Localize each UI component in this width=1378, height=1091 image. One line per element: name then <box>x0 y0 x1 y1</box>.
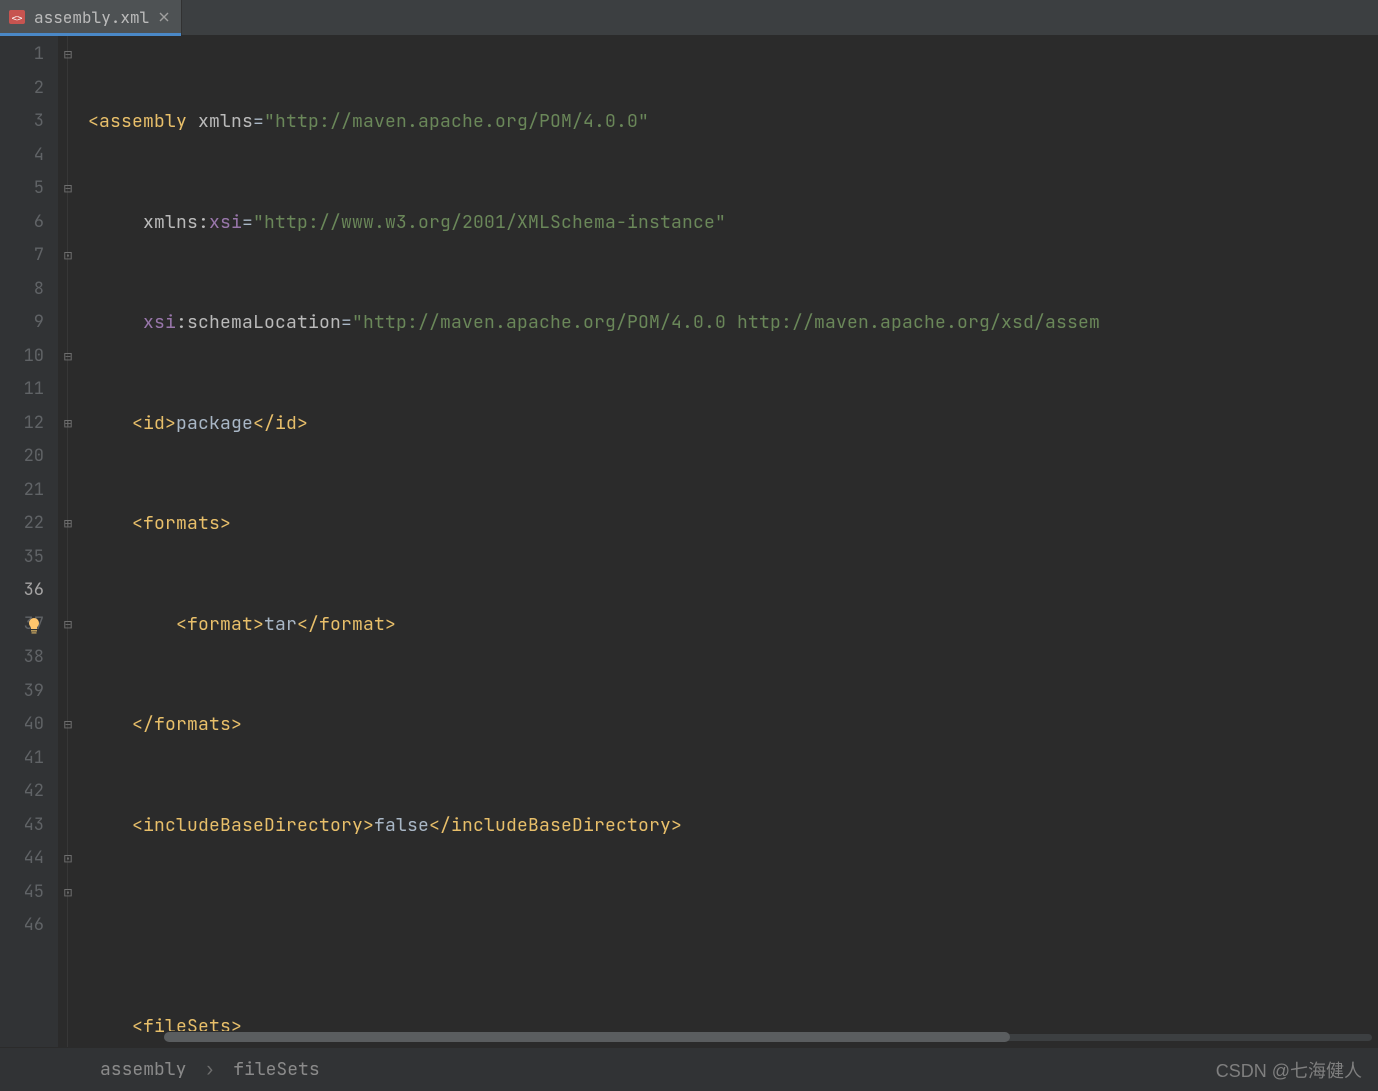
line-number-gutter: 1234567891011122021223536373839404142434… <box>0 36 58 1047</box>
line-number: 12 <box>0 407 58 441</box>
line-number: 43 <box>0 809 58 843</box>
fold-expand-icon[interactable]: ⊞ <box>60 516 76 532</box>
line-number: 2 <box>0 72 58 106</box>
tab-filename: assembly.xml <box>34 7 149 28</box>
horizontal-scrollbar[interactable] <box>164 1031 1372 1043</box>
fold-collapse-icon[interactable]: ⊡ <box>60 248 76 264</box>
line-number: 22 <box>0 507 58 541</box>
fold-collapse-icon[interactable]: ⊟ <box>60 717 76 733</box>
fold-collapse-icon[interactable]: ⊡ <box>60 885 76 901</box>
watermark: CSDN @七海健人 <box>1216 1057 1362 1083</box>
line-number: 42 <box>0 775 58 809</box>
editor: 1234567891011122021223536373839404142434… <box>0 36 1378 1047</box>
line-number: 11 <box>0 373 58 407</box>
line-number: 4 <box>0 139 58 173</box>
tab-assembly-xml[interactable]: <> assembly.xml <box>0 0 182 35</box>
fold-collapse-icon[interactable]: ⊡ <box>60 851 76 867</box>
xml-file-icon: <> <box>8 8 26 26</box>
breadcrumb-assembly[interactable]: assembly <box>100 1058 186 1081</box>
line-number: 45 <box>0 876 58 910</box>
line-number: 7 <box>0 239 58 273</box>
breadcrumb-filesets[interactable]: fileSets <box>233 1058 319 1081</box>
close-icon[interactable] <box>157 10 171 24</box>
fold-collapse-icon[interactable]: ⊟ <box>60 349 76 365</box>
line-number: 41 <box>0 742 58 776</box>
fold-expand-icon[interactable]: ⊞ <box>60 416 76 432</box>
line-number: 6 <box>0 206 58 240</box>
breadcrumbs: assembly › fileSets CSDN @七海健人 <box>0 1047 1378 1091</box>
line-number: 46 <box>0 909 58 943</box>
line-number: 1 <box>0 38 58 72</box>
fold-collapse-icon[interactable]: ⊟ <box>60 617 76 633</box>
line-number: 5 <box>0 172 58 206</box>
line-number: 44 <box>0 842 58 876</box>
line-number: 10 <box>0 340 58 374</box>
line-number: 3 <box>0 105 58 139</box>
fold-collapse-icon[interactable]: ⊟ <box>60 181 76 197</box>
tab-bar: <> assembly.xml <box>0 0 1378 36</box>
line-number: 38 <box>0 641 58 675</box>
line-number: 40 <box>0 708 58 742</box>
chevron-right-icon: › <box>204 1058 215 1081</box>
fold-column: ⊟ ⊟ ⊡ ⊟ ⊞ ⊞ ⊟ ⊟ ⊡ ⊡ <box>58 36 82 1047</box>
line-number: 36 <box>0 574 58 608</box>
line-number: 39 <box>0 675 58 709</box>
svg-text:<>: <> <box>12 14 23 24</box>
line-number: 35 <box>0 541 58 575</box>
line-number: 9 <box>0 306 58 340</box>
line-number: 21 <box>0 474 58 508</box>
intention-bulb-icon[interactable] <box>24 616 46 638</box>
code-area[interactable]: <assembly xmlns="http://maven.apache.org… <box>82 36 1378 1047</box>
line-number: 8 <box>0 273 58 307</box>
line-number: 20 <box>0 440 58 474</box>
scrollbar-thumb[interactable] <box>164 1032 1010 1042</box>
fold-collapse-icon[interactable]: ⊟ <box>60 47 76 63</box>
